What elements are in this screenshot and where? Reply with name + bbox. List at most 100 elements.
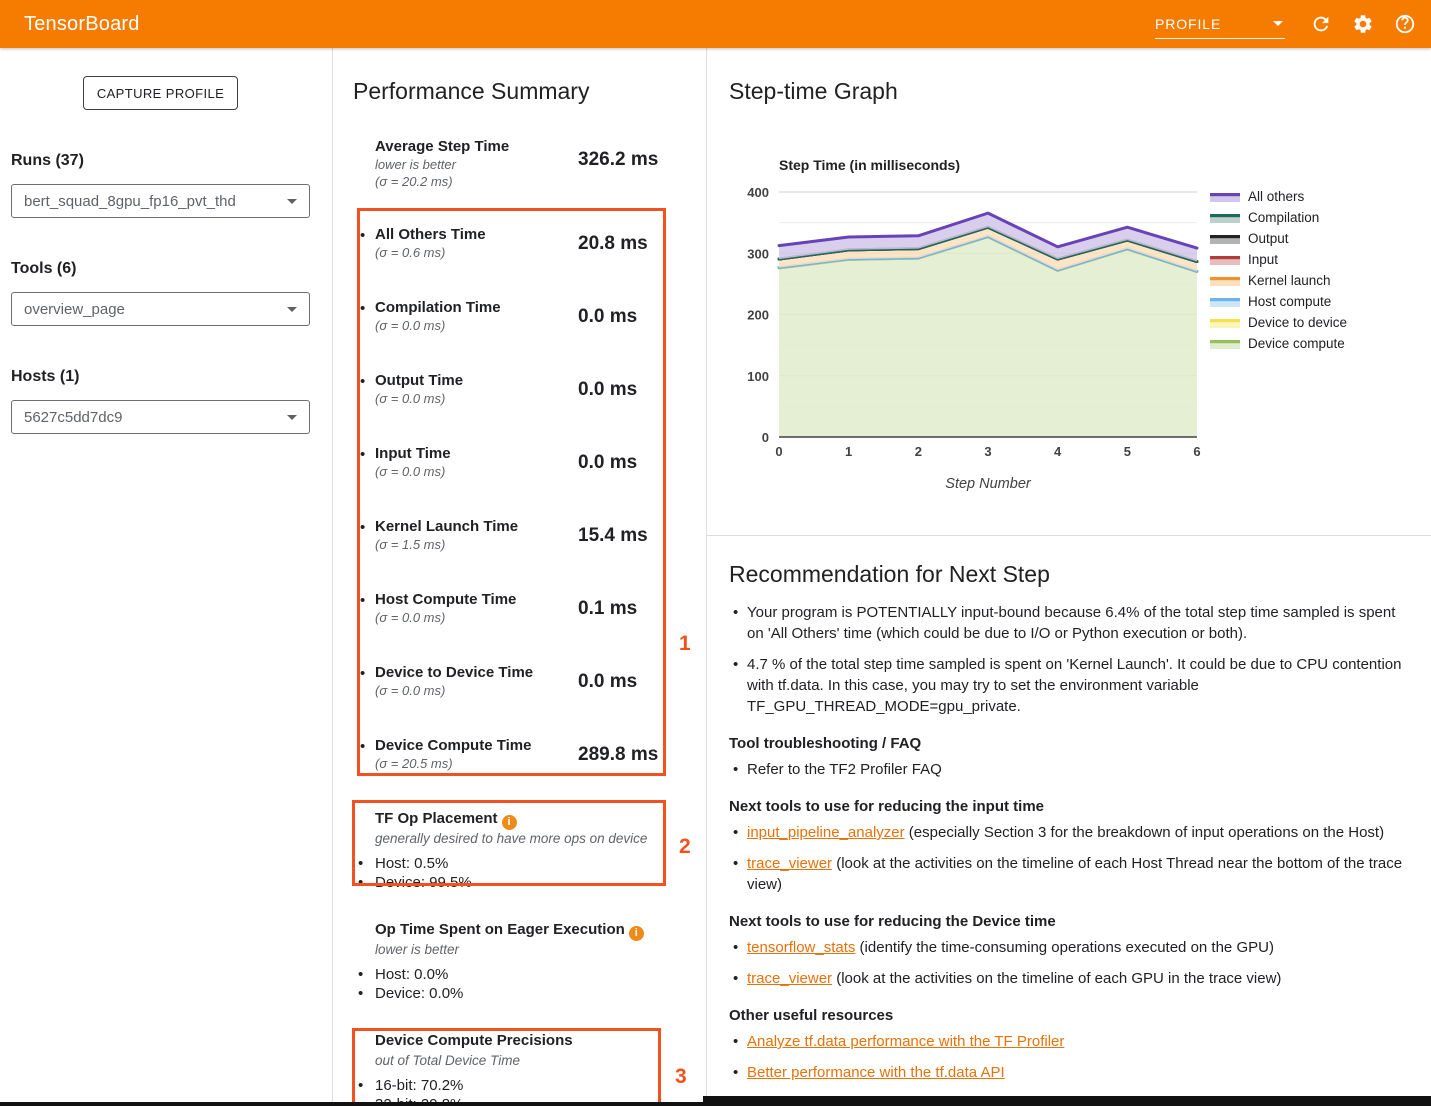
- metric-subtitle: lower is better: [375, 156, 570, 173]
- performance-summary-title: Performance Summary: [353, 78, 589, 105]
- metric-sigma: (σ = 20.2 ms): [375, 173, 570, 190]
- recommendation-heading: Other useful resources: [729, 1006, 1409, 1026]
- x-tick-label: 3: [984, 444, 991, 459]
- legend-swatch-fill: [1210, 280, 1240, 286]
- bottom-bar: [703, 1096, 1431, 1106]
- hosts-label: Hosts (1): [11, 368, 79, 386]
- eager-execution-title: Op Time Spent on Eager Executioni: [375, 921, 644, 941]
- legend-label: Device compute: [1248, 336, 1345, 351]
- recommendation-item: trace_viewer (look at the activities on …: [729, 853, 1409, 895]
- recommendation-heading: Next tools to use for reducing the Devic…: [729, 912, 1409, 932]
- list-item: Device: 0.0%: [358, 984, 463, 1003]
- legend-label: Kernel launch: [1248, 273, 1331, 288]
- annotation-number-3: 3: [675, 1065, 687, 1089]
- step-time-graph-panel: Step-time Graph Step Time (in millisecon…: [707, 48, 1431, 1106]
- legend-swatch-fill: [1210, 322, 1240, 328]
- recommendation-link[interactable]: input_pipeline_analyzer: [747, 824, 905, 841]
- runs-select[interactable]: bert_squad_8gpu_fp16_pvt_thd: [11, 184, 310, 218]
- y-tick-label: 400: [747, 185, 769, 200]
- recommendation-link[interactable]: tensorflow_stats: [747, 939, 855, 956]
- legend-swatch-line: [1210, 256, 1240, 259]
- y-tick-label: 100: [747, 369, 769, 384]
- recommendation-text: (look at the activities on the timeline …: [832, 970, 1281, 987]
- y-tick-label: 200: [747, 308, 769, 323]
- sidebar: CAPTURE PROFILE Runs (37) bert_squad_8gp…: [0, 48, 333, 1106]
- legend-swatch-line: [1210, 340, 1240, 343]
- bottom-bar: [0, 1102, 703, 1106]
- performance-summary-panel: Performance Summary Average Step Timelow…: [333, 48, 707, 1106]
- recommendation-link[interactable]: trace_viewer: [747, 855, 832, 872]
- x-tick-label: 1: [845, 444, 852, 459]
- recommendation-item: tensorflow_stats (identify the time-cons…: [729, 937, 1409, 958]
- help-icon[interactable]: [1393, 12, 1417, 36]
- x-tick-label: 5: [1124, 444, 1131, 459]
- legend-swatch-line: [1210, 319, 1240, 322]
- capture-profile-button[interactable]: CAPTURE PROFILE: [83, 76, 238, 110]
- runs-label: Runs (37): [11, 152, 84, 170]
- legend-swatch-fill: [1210, 343, 1240, 349]
- gear-icon[interactable]: [1351, 12, 1375, 36]
- y-tick-label: 300: [747, 246, 769, 261]
- app-header: TensorBoard PROFILE: [0, 0, 1431, 48]
- tools-label: Tools (6): [11, 260, 76, 278]
- recommendation-item: Your program is POTENTIALLY input-bound …: [729, 602, 1409, 644]
- recommendation-item: Analyze tf.data performance with the TF …: [729, 1031, 1409, 1052]
- chevron-down-icon: [1273, 21, 1283, 26]
- dashboard-selector[interactable]: PROFILE: [1155, 9, 1285, 39]
- legend-label: Input: [1248, 252, 1278, 267]
- recommendation-link[interactable]: Analyze tf.data performance with the TF …: [747, 1033, 1064, 1050]
- x-tick-label: 0: [775, 444, 782, 459]
- recommendation-text: Your program is POTENTIALLY input-bound …: [747, 604, 1395, 642]
- annotation-number-2: 2: [679, 835, 691, 859]
- recommendation-link[interactable]: trace_viewer: [747, 970, 832, 987]
- tools-select[interactable]: overview_page: [11, 292, 310, 326]
- hosts-select[interactable]: 5627c5dd7dc9: [11, 400, 310, 434]
- legend-swatch-fill: [1210, 217, 1240, 223]
- legend-label: Compilation: [1248, 210, 1319, 225]
- chevron-down-icon: [287, 307, 297, 312]
- legend-label: Output: [1248, 231, 1289, 246]
- tools-select-value: overview_page: [24, 301, 125, 318]
- legend-swatch-line: [1210, 235, 1240, 238]
- legend-swatch-line: [1210, 298, 1240, 301]
- chevron-down-icon: [287, 415, 297, 420]
- chevron-down-icon: [287, 199, 297, 204]
- eager-execution-subtitle: lower is better: [375, 942, 459, 957]
- recommendation-text: (especially Section 3 for the breakdown …: [905, 824, 1384, 841]
- recommendation-text: (identify the time-consuming operations …: [855, 939, 1274, 956]
- step-time-chart: Step Time (in milliseconds) 0 100 200 300 400…: [707, 148, 1431, 528]
- eager-execution-items: Host: 0.0%Device: 0.0%: [358, 965, 463, 1003]
- list-item: Host: 0.0%: [358, 965, 463, 984]
- recommendation-text: (look at the activities on the timeline …: [747, 855, 1402, 893]
- x-tick-label: 6: [1193, 444, 1200, 459]
- x-axis-label: Step Number: [945, 476, 1032, 492]
- recommendation-heading: Next tools to use for reducing the input…: [729, 797, 1409, 817]
- legend-label: All others: [1248, 189, 1305, 204]
- legend-swatch-line: [1210, 277, 1240, 280]
- metric-value: 326.2 ms: [578, 149, 658, 171]
- runs-select-value: bert_squad_8gpu_fp16_pvt_thd: [24, 193, 236, 210]
- header-controls: PROFILE: [1155, 0, 1417, 48]
- legend-label: Device to device: [1248, 315, 1347, 330]
- x-tick-label: 2: [915, 444, 922, 459]
- annotation-box-2: [352, 800, 666, 886]
- legend-swatch-fill: [1210, 196, 1240, 202]
- annotation-number-1: 1: [679, 632, 691, 656]
- metric-label: Average Step Timelower is better(σ = 20.…: [375, 137, 570, 190]
- refresh-icon[interactable]: [1309, 12, 1333, 36]
- app-title: TensorBoard: [24, 13, 140, 36]
- recommendation-text: Refer to the TF2 Profiler FAQ: [747, 761, 942, 778]
- legend-swatch-fill: [1210, 259, 1240, 265]
- info-icon[interactable]: i: [629, 926, 644, 941]
- chart-title: Step Time (in milliseconds): [779, 157, 960, 173]
- legend-swatch-fill: [1210, 301, 1240, 307]
- recommendation-title: Recommendation for Next Step: [729, 561, 1409, 588]
- recommendation-text: 4.7 % of the total step time sampled is …: [747, 656, 1401, 715]
- area-device-compute: [779, 237, 1197, 437]
- annotation-box-1: [357, 208, 666, 776]
- legend-swatch-fill: [1210, 238, 1240, 244]
- step-time-graph-title: Step-time Graph: [729, 78, 898, 105]
- hosts-select-value: 5627c5dd7dc9: [24, 409, 122, 426]
- legend-label: Host compute: [1248, 294, 1331, 309]
- recommendation-link[interactable]: Better performance with the tf.data API: [747, 1064, 1005, 1081]
